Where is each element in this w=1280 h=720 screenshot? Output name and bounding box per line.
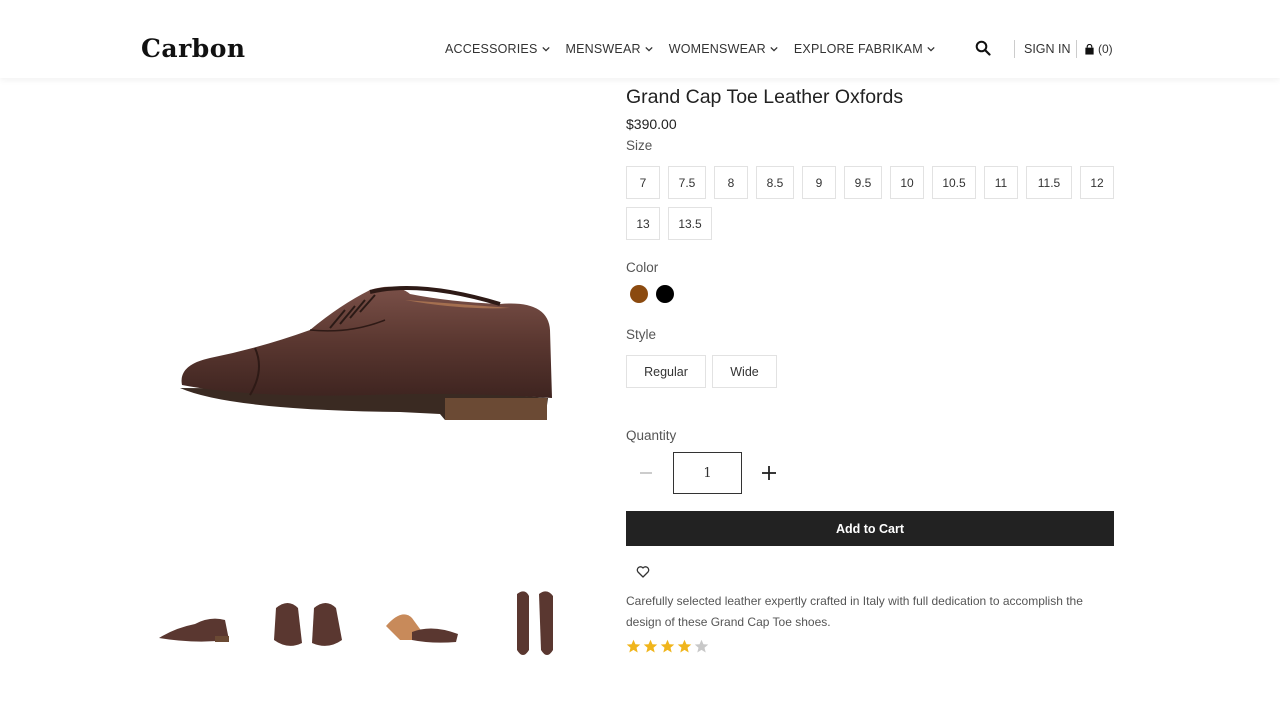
nav-explore-fabrikam[interactable]: EXPLORE FABRIKAM: [794, 42, 935, 56]
main-nav: ACCESSORIES MENSWEAR WOMENSWEAR EXPLORE …: [445, 42, 935, 56]
star-empty-icon: [694, 639, 709, 653]
minus-icon[interactable]: [634, 462, 658, 484]
star-filled-icon: [626, 639, 641, 653]
star-filled-icon: [643, 639, 658, 653]
chevron-down-icon: [541, 46, 550, 52]
size-option-button[interactable]: 11.5: [1026, 166, 1072, 199]
size-option-button[interactable]: 13.5: [668, 207, 712, 240]
thumbnail-angle-view[interactable]: [382, 588, 462, 660]
nav-label: ACCESSORIES: [445, 42, 538, 56]
size-option-button[interactable]: 7: [626, 166, 660, 199]
size-option-button[interactable]: 9.5: [844, 166, 882, 199]
shopping-bag-icon: [1085, 43, 1094, 55]
size-option-button[interactable]: 10.5: [932, 166, 976, 199]
star-filled-icon: [660, 639, 675, 653]
size-option-button[interactable]: 8: [714, 166, 748, 199]
chevron-down-icon: [645, 46, 653, 52]
size-option-button[interactable]: 8.5: [756, 166, 794, 199]
product-title: Grand Cap Toe Leather Oxfords: [626, 86, 904, 108]
add-to-cart-button[interactable]: Add to Cart: [626, 511, 1114, 546]
cart-button[interactable]: (0): [1084, 42, 1113, 56]
chevron-down-icon: [770, 46, 778, 52]
color-swatch-black[interactable]: [656, 285, 674, 303]
nav-menswear[interactable]: MENSWEAR: [566, 42, 653, 56]
thumbnail-side-view[interactable]: [155, 588, 235, 660]
color-label: Color: [626, 260, 659, 275]
size-option-button[interactable]: 10: [890, 166, 924, 199]
style-label: Style: [626, 327, 657, 342]
size-label: Size: [626, 138, 653, 153]
product-price: $390.00: [626, 116, 677, 132]
thumbnail-strip: [155, 588, 565, 660]
product-description: Carefully selected leather expertly craf…: [626, 594, 1083, 629]
nav-label: WOMENSWEAR: [668, 42, 766, 56]
size-option-button[interactable]: 11: [984, 166, 1018, 199]
plus-icon[interactable]: [758, 462, 780, 484]
size-option-button[interactable]: 13: [626, 207, 660, 240]
nav-accessories[interactable]: ACCESSORIES: [445, 42, 550, 56]
nav-label: EXPLORE FABRIKAM: [793, 42, 923, 56]
star-filled-icon: [677, 639, 692, 653]
divider: [1014, 40, 1015, 58]
logo[interactable]: Carbon: [141, 34, 246, 63]
size-option-button[interactable]: 7.5: [668, 166, 706, 199]
sign-in-link[interactable]: SIGN IN: [1024, 42, 1071, 56]
size-option-button[interactable]: 12: [1080, 166, 1114, 199]
thumbnail-top-view[interactable]: [495, 588, 575, 660]
style-wide-button[interactable]: Wide: [712, 355, 777, 388]
style-regular-button[interactable]: Regular: [626, 355, 706, 388]
quantity-label: Quantity: [626, 428, 677, 443]
color-swatch-brown[interactable]: [630, 285, 648, 303]
product-main-image: [180, 286, 553, 420]
search-icon[interactable]: [975, 40, 991, 56]
quantity-input[interactable]: [673, 452, 742, 494]
size-option-button[interactable]: 9: [802, 166, 836, 199]
nav-womenswear[interactable]: WOMENSWEAR: [669, 42, 778, 56]
rating-stars: [626, 639, 709, 654]
divider: [1076, 40, 1077, 58]
heart-icon[interactable]: [636, 565, 650, 579]
chevron-down-icon: [927, 46, 935, 52]
site-header: Carbon ACCESSORIES MENSWEAR WOMENSWEAR E…: [0, 0, 1280, 78]
thumbnail-front-view[interactable]: [268, 588, 348, 660]
cart-count: (0): [1098, 42, 1113, 56]
nav-label: MENSWEAR: [565, 42, 641, 56]
